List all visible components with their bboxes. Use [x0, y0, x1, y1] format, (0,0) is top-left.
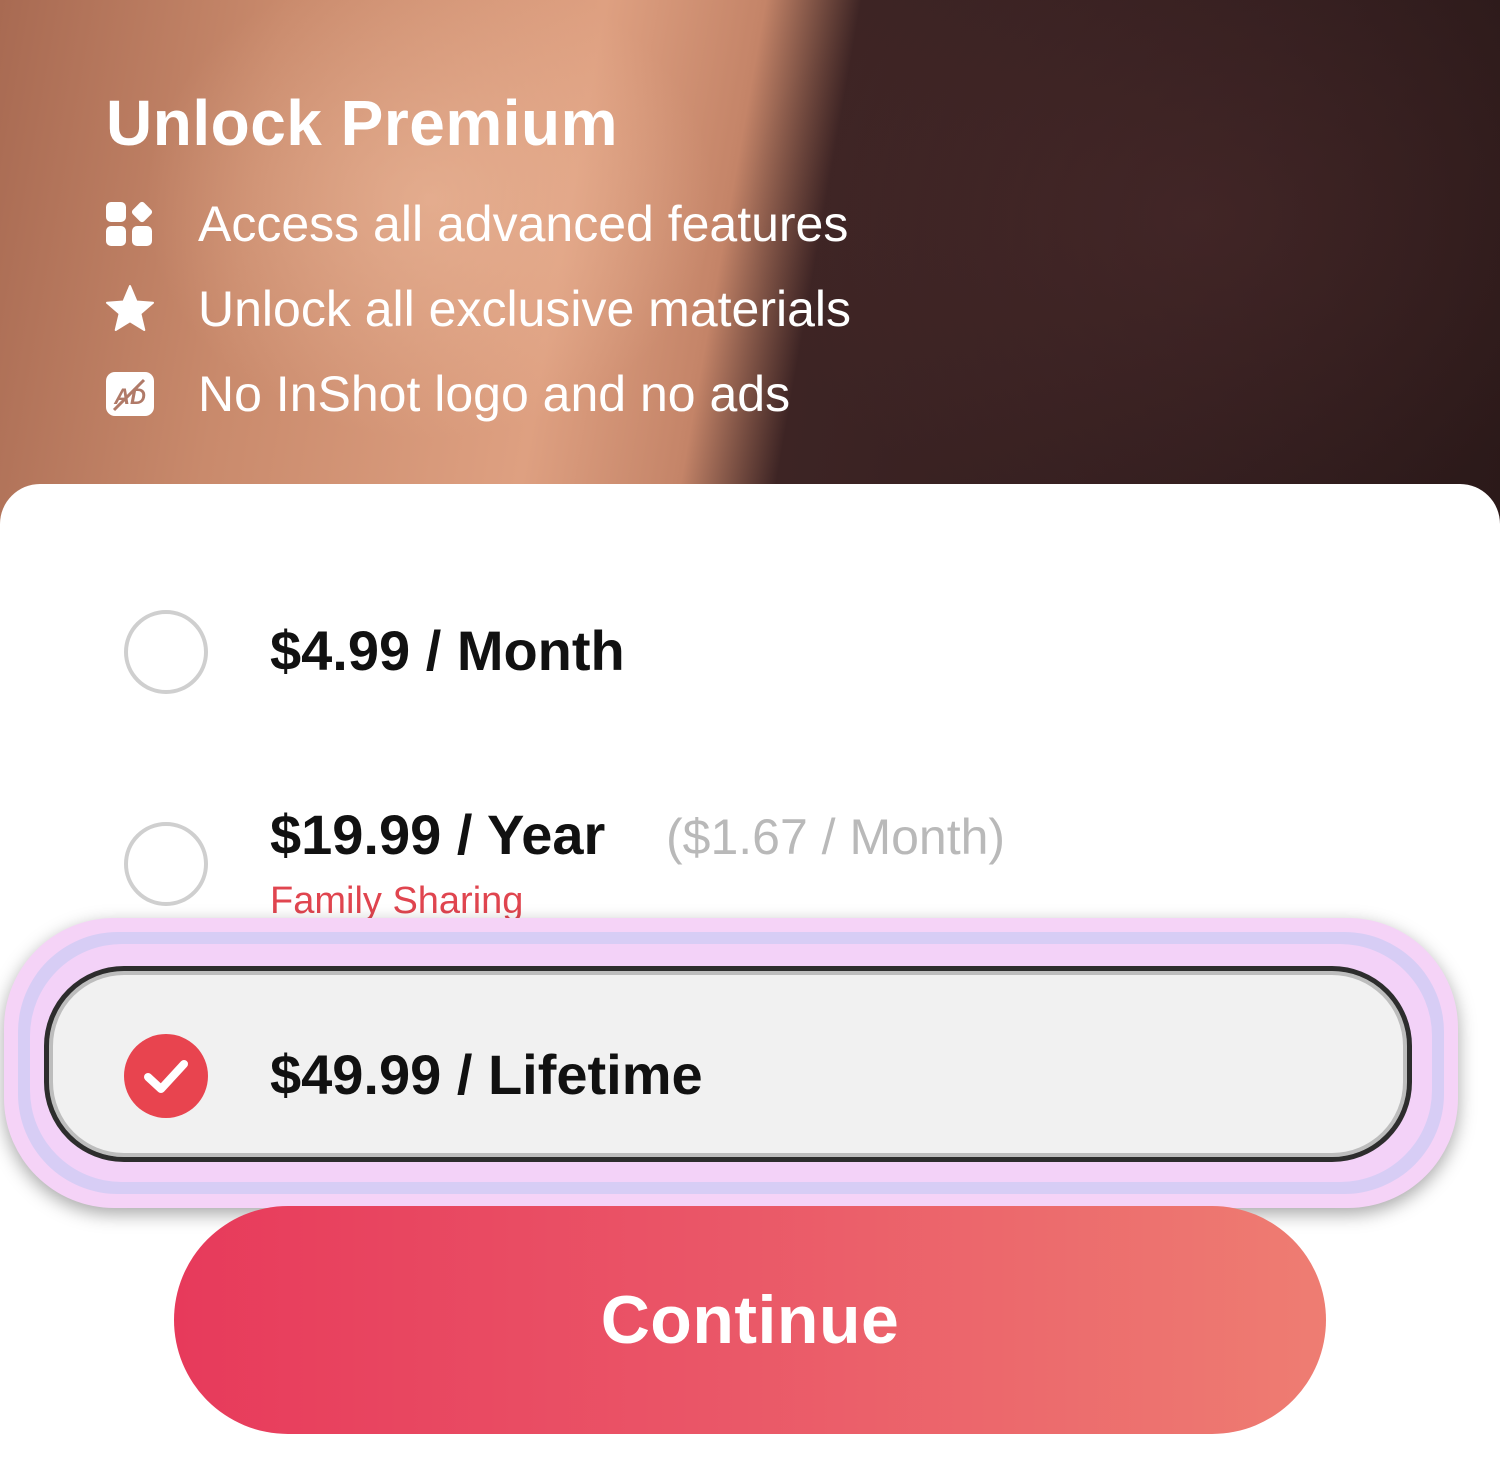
plan-price: $4.99 / Month [270, 619, 625, 682]
no-ads-icon: AD [104, 368, 156, 420]
family-sharing-badge: Family Sharing [270, 880, 524, 922]
feature-no-ads: AD No InShot logo and no ads [104, 364, 790, 424]
plan-lifetime[interactable] [44, 966, 1412, 1162]
feature-text: Access all advanced features [198, 196, 849, 252]
feature-text: No InShot logo and no ads [198, 366, 791, 422]
radio-checked[interactable] [124, 1034, 208, 1118]
star-icon [104, 283, 156, 335]
grid-icon [104, 198, 156, 250]
plan-monthly-equivalent: ($1.67 / Month) [666, 809, 1006, 865]
feature-advanced: Access all advanced features [104, 194, 848, 254]
feature-exclusive: Unlock all exclusive materials [104, 279, 851, 339]
checkmark-icon [144, 1060, 188, 1093]
feature-text: Unlock all exclusive materials [198, 281, 852, 337]
plan-price: $19.99 / Year [270, 803, 606, 866]
page-title: Unlock Premium [106, 87, 619, 159]
continue-button[interactable]: Continue [174, 1206, 1326, 1434]
radio-unchecked[interactable] [124, 610, 208, 694]
premium-banner: Unlock Premium Access all advanced featu… [0, 0, 1500, 540]
plan-price: $49.99 / Lifetime [270, 1043, 703, 1106]
banner-shade [740, 0, 1500, 540]
radio-unchecked[interactable] [124, 822, 208, 906]
